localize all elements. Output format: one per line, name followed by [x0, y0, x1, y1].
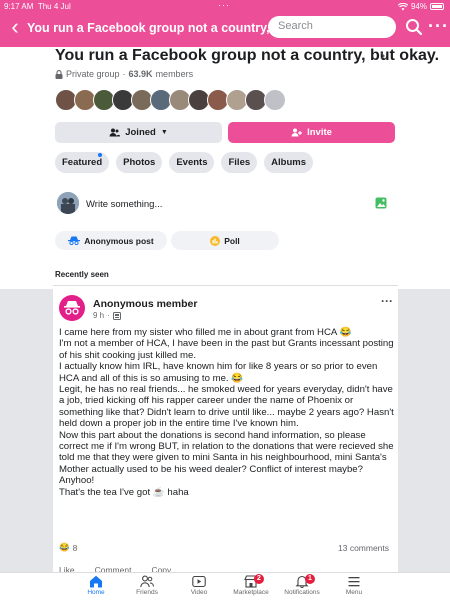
group-tabs: Featured Photos Events Files Albums — [55, 152, 313, 173]
member-avatar — [264, 89, 286, 111]
back-arrow-icon[interactable]: ‹ — [6, 15, 24, 39]
anonymous-post-button[interactable]: Anonymous post — [55, 231, 167, 250]
member-count: 63.9K — [128, 69, 153, 79]
comments-count[interactable]: 13 comments — [338, 543, 389, 553]
meta-separator: · — [122, 69, 126, 79]
video-icon — [192, 575, 206, 588]
meta-separator: · — [107, 311, 110, 320]
post-author[interactable]: Anonymous member — [93, 298, 197, 310]
invite-button[interactable]: Invite — [228, 122, 395, 143]
tab-photos[interactable]: Photos — [116, 152, 163, 173]
poll-icon — [210, 235, 221, 246]
post-paragraph: Now this part about the donations is sec… — [59, 429, 394, 475]
poll-label: Poll — [224, 235, 240, 246]
nav-notifications[interactable]: 1 Notifications — [272, 573, 332, 600]
post-meta: 9 h · — [93, 311, 121, 320]
post-more-icon[interactable]: ··· — [381, 294, 393, 308]
anonymous-post-label: Anonymous post — [84, 235, 154, 246]
post-paragraph: I'm not a member of HCA, I have been in … — [59, 338, 394, 361]
wifi-icon — [397, 2, 408, 10]
member-avatars[interactable] — [55, 89, 286, 111]
post-time[interactable]: 9 h — [93, 311, 104, 320]
nav-label: Video — [190, 589, 208, 596]
multitasking-dots-icon[interactable]: ··· — [218, 0, 230, 10]
post-body: I came here from my sister who filled me… — [59, 327, 394, 498]
members-icon — [109, 128, 121, 137]
incognito-avatar-icon — [64, 301, 80, 315]
group-meta: Private group · 63.9K members — [55, 69, 193, 79]
post-paragraph: That's the tea I've got ☕ haha — [59, 486, 189, 498]
invite-label: Invite — [307, 127, 332, 138]
group-audience-icon — [112, 311, 121, 320]
nav-label: Notifications — [284, 589, 320, 596]
incognito-icon — [68, 236, 81, 245]
nav-video[interactable]: Video — [169, 573, 229, 600]
search-icon[interactable] — [404, 17, 424, 37]
nav-menu[interactable]: Menu — [324, 573, 384, 600]
status-time: 9:17 AM Thu 4 Jul — [4, 2, 71, 11]
anonymous-avatar — [59, 295, 85, 321]
photo-icon[interactable] — [375, 197, 387, 209]
haha-reaction-icon: 😂 — [59, 542, 70, 552]
write-something-input[interactable]: Write something... — [86, 199, 162, 210]
post-paragraph: I actually know him IRL, have known him … — [59, 361, 378, 384]
friends-icon — [140, 575, 154, 588]
joined-label: Joined — [125, 127, 156, 138]
recently-seen-label: Recently seen — [55, 270, 109, 279]
lock-icon — [55, 69, 63, 79]
app-bar: ‹ You run a Facebook group not a country… — [0, 12, 450, 47]
joined-button[interactable]: Joined ▼ — [55, 122, 222, 143]
reaction-count: 8 — [72, 542, 78, 553]
tab-files[interactable]: Files — [221, 152, 258, 173]
caret-down-icon: ▼ — [160, 129, 168, 136]
chevron-right-icon[interactable]: › — [380, 47, 385, 65]
marketplace-badge: 2 — [254, 574, 264, 584]
bottom-nav: Home Friends Video 2 Marketplace 1 Notif… — [0, 572, 450, 600]
post-card: Anonymous member 9 h · ··· I came here f… — [53, 285, 398, 573]
more-options-icon[interactable]: ··· — [428, 15, 449, 37]
status-bar: 9:17 AM Thu 4 Jul ··· 94% — [0, 0, 450, 12]
top-bar: 9:17 AM Thu 4 Jul ··· 94% ‹ You run a Fa… — [0, 0, 450, 47]
post-paragraph: Anyhoo! — [59, 475, 95, 487]
user-avatar[interactable] — [57, 192, 79, 214]
battery-percent: 94% — [410, 2, 427, 11]
notifications-badge: 1 — [305, 574, 315, 584]
nav-friends[interactable]: Friends — [117, 573, 177, 600]
post-paragraph: Legit, he has no real friends... he smok… — [59, 384, 394, 430]
post-paragraph: I came here from my sister who filled me… — [59, 327, 352, 338]
home-icon — [90, 575, 102, 588]
reactions-summary[interactable]: 😂 8 — [59, 542, 77, 553]
battery-icon — [430, 3, 444, 10]
members-label: members — [155, 69, 194, 79]
search-input[interactable]: Search — [268, 16, 396, 38]
user-avatar-image — [57, 192, 79, 214]
tab-albums[interactable]: Albums — [264, 152, 313, 173]
nav-label: Menu — [345, 589, 363, 596]
tab-featured[interactable]: Featured — [55, 152, 110, 173]
menu-icon — [348, 577, 360, 587]
status-right: 94% — [397, 2, 444, 11]
group-header-card: You run a Facebook group not a country, … — [0, 47, 450, 289]
poll-button[interactable]: Poll — [171, 231, 279, 250]
nav-label: Friends — [136, 589, 158, 596]
tab-events[interactable]: Events — [169, 152, 215, 173]
add-person-icon — [291, 128, 303, 137]
group-privacy: Private group — [66, 69, 120, 79]
